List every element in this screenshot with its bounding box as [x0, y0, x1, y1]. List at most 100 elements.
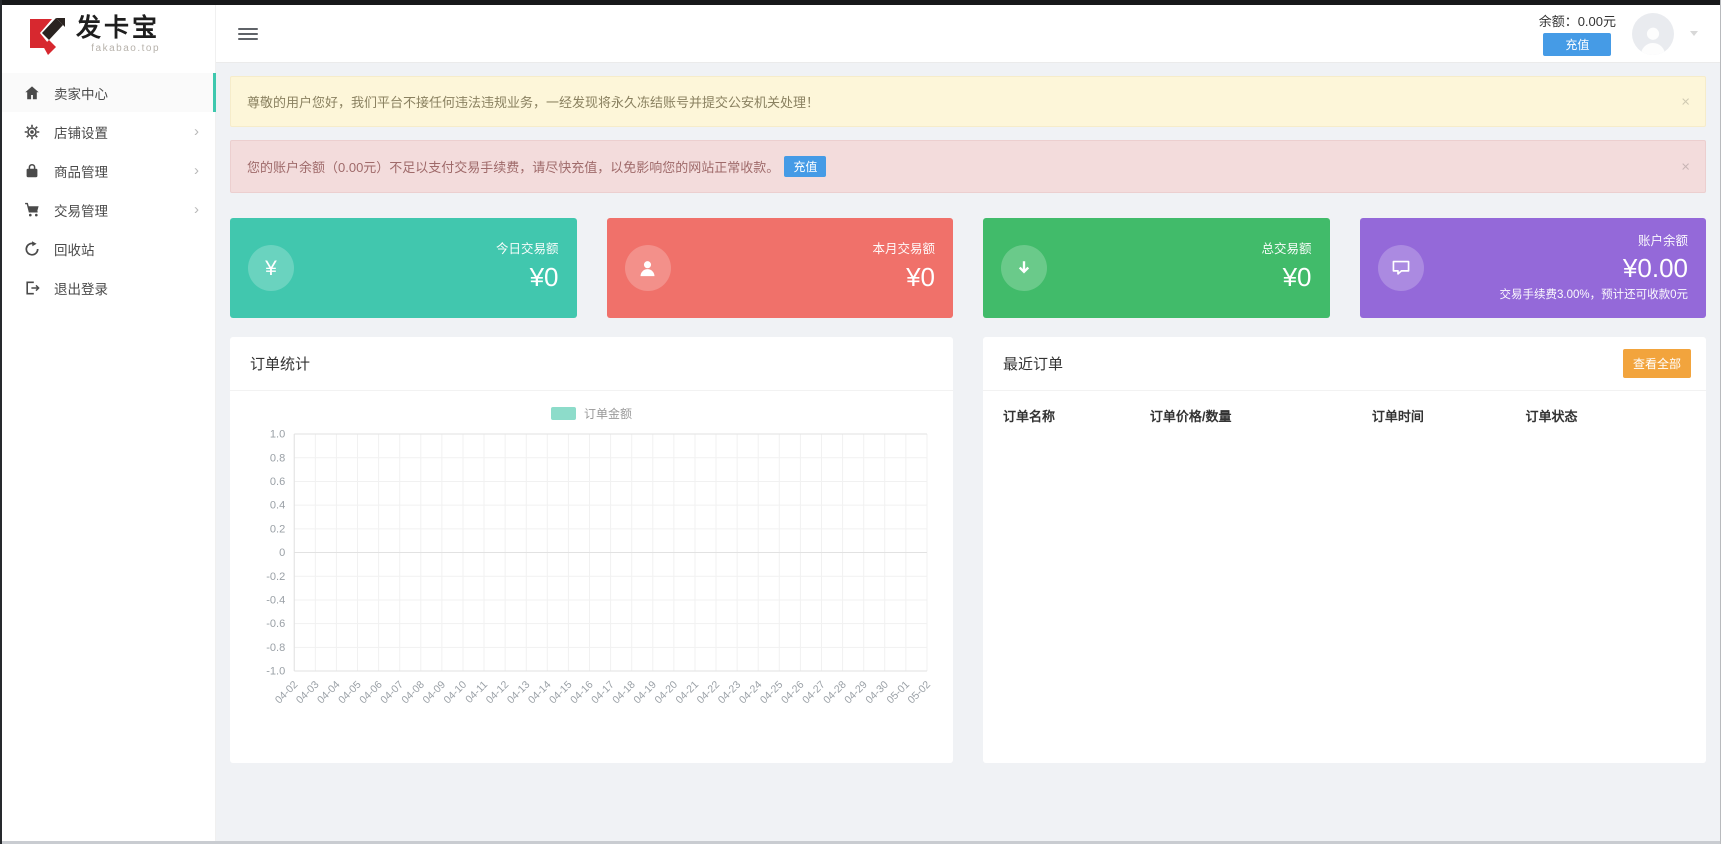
sidebar-item-label: 退出登录 [54, 281, 108, 297]
yen-icon: ¥ [248, 245, 294, 291]
svg-text:04-09: 04-09 [420, 679, 448, 707]
svg-text:04-28: 04-28 [821, 679, 849, 707]
view-all-button[interactable]: 查看全部 [1622, 349, 1691, 378]
chat-icon [1377, 245, 1424, 291]
avatar[interactable] [1632, 12, 1674, 55]
svg-text:04-21: 04-21 [674, 679, 702, 707]
svg-text:04-27: 04-27 [800, 679, 828, 707]
sidebar-item-goods-manage[interactable]: 商品管理 › [2, 151, 215, 190]
brand-logo[interactable]: 发卡宝 fakabao.top [2, 5, 215, 63]
svg-text:04-08: 04-08 [399, 679, 427, 707]
svg-text:04-30: 04-30 [863, 679, 891, 707]
stat-card-value: ¥0 [529, 262, 559, 293]
stat-card: 总交易额 ¥0 [983, 218, 1330, 318]
compliance-alert: 尊敬的用户您好，我们平台不接任何违法违规业务，一经发现将永久冻结账号并提交公安机… [230, 76, 1706, 127]
svg-text:0.6: 0.6 [270, 476, 285, 488]
stat-card-value: ¥0 [906, 262, 935, 293]
stat-card-label: 今日交易额 [495, 242, 559, 257]
legend-label: 订单金额 [583, 407, 632, 421]
svg-text:05-01: 05-01 [884, 679, 912, 707]
close-icon[interactable]: × [1681, 93, 1690, 110]
orders-column-header: 订单价格/数量 [1149, 409, 1232, 424]
orders-column-header: 订单状态 [1525, 409, 1578, 424]
chart-legend[interactable]: 订单金额 [230, 405, 953, 422]
stat-card-label: 总交易额 [1261, 242, 1312, 257]
sidebar-item-label: 商品管理 [54, 164, 108, 180]
svg-text:04-26: 04-26 [779, 679, 807, 707]
top-header: 余额：0.00元 充值 [216, 5, 1720, 63]
window-top-edge [2, 0, 1720, 5]
svg-text:04-16: 04-16 [568, 679, 596, 707]
svg-text:1.0: 1.0 [270, 429, 285, 441]
svg-text:04-18: 04-18 [610, 679, 638, 707]
svg-text:04-02: 04-02 [273, 679, 301, 707]
svg-text:04-22: 04-22 [695, 679, 723, 707]
svg-text:0.8: 0.8 [270, 452, 285, 464]
brand-domain: fakabao.top [91, 43, 161, 55]
gear-icon [24, 124, 40, 140]
close-icon[interactable]: × [1681, 158, 1690, 175]
recycle-icon [24, 240, 40, 257]
svg-text:04-25: 04-25 [758, 679, 786, 707]
home-icon [24, 85, 40, 101]
orders-table-header: 订单名称 订单价格/数量 订单时间 订单状态 [983, 391, 1706, 435]
order-statistics-chart: 04-0204-0304-0404-0504-0604-0704-0804-09… [266, 429, 933, 707]
svg-text:0.2: 0.2 [270, 523, 285, 535]
bag-icon [24, 163, 40, 179]
stat-card: ¥ 今日交易额 ¥0 [230, 218, 577, 318]
stat-card: 账户余额 ¥0.00 交易手续费3.00%，预计还可收款0元 [1359, 218, 1706, 318]
legend-swatch [550, 407, 576, 420]
balance-label: 余额：0.00元 [1538, 14, 1616, 29]
svg-text:04-29: 04-29 [842, 679, 870, 707]
svg-text:04-17: 04-17 [589, 679, 617, 707]
alert-recharge-button[interactable]: 充值 [784, 156, 827, 177]
svg-text:04-06: 04-06 [357, 679, 385, 707]
brand-logo-icon [30, 18, 65, 55]
sidebar-item-shop-settings[interactable]: 店铺设置 › [2, 112, 215, 151]
svg-text:04-19: 04-19 [631, 679, 659, 707]
sidebar-item-label: 回收站 [54, 242, 95, 258]
sidebar-item-trade-manage[interactable]: 交易管理 › [2, 190, 215, 229]
chevron-right-icon: › [194, 162, 199, 179]
order-statistics-panel: 订单统计 订单金额 04-02 04-03 04-04 04-05 04-06 04-07… [230, 337, 953, 763]
sidebar-item-seller-center[interactable]: 卖家中心 › [2, 73, 216, 112]
svg-text:04-24: 04-24 [737, 679, 765, 707]
svg-text:04-10: 04-10 [442, 679, 470, 707]
recharge-button[interactable]: 充值 [1543, 33, 1612, 56]
sidebar-item-label: 卖家中心 [54, 86, 108, 102]
svg-text:04-13: 04-13 [505, 679, 533, 707]
stat-card-value: ¥0 [1282, 262, 1312, 293]
stat-card: 本月交易额 ¥0 [606, 218, 953, 318]
svg-text:04-03: 04-03 [294, 679, 322, 707]
sidebar-item-logout[interactable]: 退出登录 › [2, 268, 215, 307]
sidebar: 发卡宝 fakabao.top 卖家中心 › 店铺设置 › 商品管理 › 交易管… [2, 5, 216, 841]
svg-text:0.4: 0.4 [270, 500, 285, 512]
menu-toggle-icon[interactable] [238, 24, 258, 44]
svg-text:04-04: 04-04 [315, 679, 343, 707]
sidebar-item-label: 店铺设置 [54, 125, 108, 141]
stat-card-label: 本月交易额 [872, 242, 935, 257]
order-statistics-title: 订单统计 [250, 356, 311, 373]
arrow-down-icon [1001, 245, 1047, 291]
avatar-dropdown-caret[interactable] [1690, 31, 1698, 36]
svg-text:04-07: 04-07 [378, 679, 406, 707]
svg-text:-0.6: -0.6 [266, 618, 285, 630]
sidebar-item-recycle-bin[interactable]: 回收站 › [2, 229, 215, 268]
stat-card-label: 账户余额 [1637, 233, 1688, 248]
svg-text:-0.2: -0.2 [266, 571, 285, 583]
low-balance-alert: 您的账户余额（0.00元）不足以支付交易手续费，请尽快充值，以免影响您的网站正常… [230, 140, 1706, 193]
stat-cards-row: ¥ 今日交易额 ¥0 本月交易额 ¥0 总交易额 ¥0 账户余额 ¥0.00 交… [230, 218, 1706, 318]
orders-column-header: 订单名称 [1003, 409, 1056, 424]
main-content: 尊敬的用户您好，我们平台不接任何违法违规业务，一经发现将永久冻结账号并提交公安机… [216, 63, 1720, 841]
sidebar-item-label: 交易管理 [54, 203, 108, 219]
stat-card-value: ¥0.00 [1622, 253, 1688, 284]
svg-text:0: 0 [279, 547, 285, 559]
app-window: 发卡宝 fakabao.top 卖家中心 › 店铺设置 › 商品管理 › 交易管… [0, 0, 1721, 844]
recent-orders-panel: 最近订单 查看全部 订单名称 订单价格/数量 订单时间 订单状态 [983, 337, 1706, 763]
compliance-alert-text: 尊敬的用户您好，我们平台不接任何违法违规业务，一经发现将永久冻结账号并提交公安机… [247, 95, 820, 110]
svg-text:04-20: 04-20 [652, 679, 680, 707]
svg-text:04-12: 04-12 [484, 679, 512, 707]
svg-text:04-05: 04-05 [336, 679, 364, 707]
logout-icon [24, 280, 40, 296]
sidebar-menu: 卖家中心 › 店铺设置 › 商品管理 › 交易管理 › 回收站 › 退出登录 › [2, 73, 216, 307]
